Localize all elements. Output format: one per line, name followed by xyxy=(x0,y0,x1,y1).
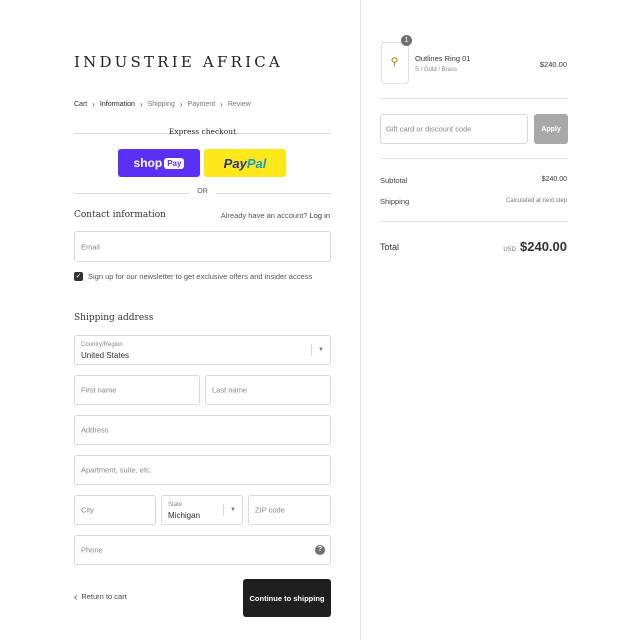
state-label: State xyxy=(168,502,183,508)
breadcrumb-shipping: Shipping xyxy=(147,101,175,108)
shipping-label: Shipping xyxy=(380,197,410,206)
paypal-word-1: Pay xyxy=(223,155,247,171)
breadcrumb-payment: Payment xyxy=(187,101,216,108)
divider xyxy=(380,221,568,222)
quantity-badge: 1 xyxy=(401,35,412,46)
apply-button[interactable]: Apply xyxy=(534,114,568,144)
or-divider: OR xyxy=(74,188,331,198)
express-checkout-title: Express checkout xyxy=(168,127,237,136)
city-placeholder: City xyxy=(81,505,94,515)
paypal-word-2: Pal xyxy=(246,155,267,171)
phone-field[interactable]: Phone ? xyxy=(74,535,331,565)
chevron-right-icon: › xyxy=(220,100,223,109)
continue-label: Continue to shipping xyxy=(249,593,325,603)
chevron-right-icon: › xyxy=(92,100,95,109)
email-field[interactable]: Email xyxy=(74,231,331,262)
newsletter-label: Sign up for our newsletter to get exclus… xyxy=(88,272,313,281)
last-name-placeholder: Last name xyxy=(212,385,248,395)
express-checkout-header: Express checkout xyxy=(74,127,331,139)
shipping-value: Calculated at next step xyxy=(505,198,567,204)
shop-pay-word: shop xyxy=(133,156,163,170)
product-name: Outlines Ring 01 xyxy=(415,54,471,63)
country-select[interactable]: Country/Region United States ▼ xyxy=(74,335,331,365)
paypal-button[interactable]: Pay Pal xyxy=(204,149,286,177)
divider xyxy=(223,504,224,516)
or-label: OR xyxy=(197,188,208,195)
chevron-right-icon: › xyxy=(179,100,183,109)
phone-placeholder: Phone xyxy=(81,545,103,555)
total-currency: USD xyxy=(503,247,516,253)
shop-pay-button[interactable]: shop Pay xyxy=(118,149,200,177)
discount-placeholder: Gift card or discount code xyxy=(386,124,472,134)
store-logo[interactable]: INDUSTRIE AFRICA xyxy=(74,53,283,71)
chevron-down-icon: ▼ xyxy=(230,507,236,513)
question-mark-icon[interactable]: ? xyxy=(315,545,325,555)
state-select[interactable]: State Michigan ▼ xyxy=(161,495,243,525)
newsletter-checkbox[interactable]: ✓ xyxy=(74,272,83,281)
breadcrumb-review: Review xyxy=(227,101,251,108)
breadcrumb-cart[interactable]: Cart xyxy=(74,101,87,108)
login-prompt: Already have an account? Log in xyxy=(221,211,330,220)
continue-to-shipping-button[interactable]: Continue to shipping xyxy=(243,579,331,617)
breadcrumb-information: Information xyxy=(99,101,135,108)
product-variant: S / Gold / Brass xyxy=(415,67,458,73)
chevron-down-icon: ▼ xyxy=(318,347,324,353)
product-price: $240.00 xyxy=(539,60,567,69)
contact-title: Contact information xyxy=(74,210,166,220)
address-placeholder: Address xyxy=(81,425,109,435)
login-prompt-text: Already have an account? xyxy=(220,211,308,220)
address-field[interactable]: Address xyxy=(74,415,331,445)
divider xyxy=(380,98,568,99)
zip-field[interactable]: ZIP code xyxy=(248,495,331,525)
last-name-field[interactable]: Last name xyxy=(205,375,331,405)
shop-pay-box: Pay xyxy=(164,157,185,169)
divider xyxy=(311,344,312,356)
total-amount: $240.00 xyxy=(520,239,567,254)
zip-placeholder: ZIP code xyxy=(255,505,285,515)
apartment-field[interactable]: Apartment, suite, etc. xyxy=(74,455,331,485)
product-thumbnail xyxy=(381,42,409,84)
breadcrumb: Cart › Information › Shipping › Payment … xyxy=(74,100,251,109)
newsletter-option[interactable]: ✓ Sign up for our newsletter to get excl… xyxy=(74,272,312,281)
state-value: Michigan xyxy=(168,511,201,520)
return-to-cart-link[interactable]: ‹ Return to cart xyxy=(74,592,127,603)
order-summary-panel xyxy=(360,0,640,640)
total-value-group: USD $240.00 xyxy=(503,239,567,254)
apply-label: Apply xyxy=(541,125,561,133)
ring-product-image xyxy=(391,57,398,67)
login-link[interactable]: Log in xyxy=(310,211,330,220)
checkout-main-panel: INDUSTRIE AFRICA Cart › Information › Sh… xyxy=(0,0,360,640)
city-field[interactable]: City xyxy=(74,495,156,525)
country-value: United States xyxy=(81,351,130,360)
country-label: Country/Region xyxy=(81,342,123,348)
apartment-placeholder: Apartment, suite, etc. xyxy=(81,465,152,475)
return-to-cart-label: Return to cart xyxy=(81,592,127,601)
first-name-placeholder: First name xyxy=(81,385,117,395)
email-placeholder: Email xyxy=(81,242,100,251)
first-name-field[interactable]: First name xyxy=(74,375,200,405)
subtotal-value: $240.00 xyxy=(541,176,567,183)
chevron-left-icon: ‹ xyxy=(74,592,78,603)
total-label: Total xyxy=(380,242,400,252)
chevron-right-icon: › xyxy=(139,100,143,109)
shipping-title: Shipping address xyxy=(74,313,154,323)
divider xyxy=(380,158,568,159)
subtotal-label: Subtotal xyxy=(380,176,408,185)
discount-code-field[interactable]: Gift card or discount code xyxy=(380,114,528,144)
